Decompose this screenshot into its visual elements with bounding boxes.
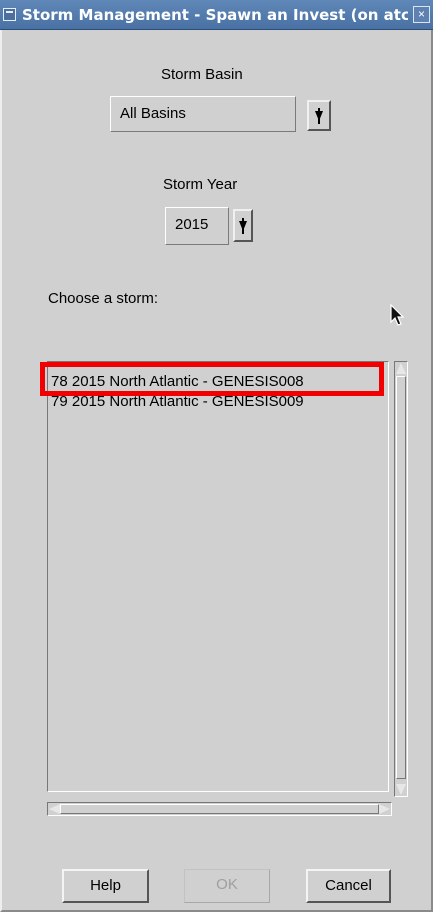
cancel-button[interactable]: Cancel xyxy=(306,869,391,903)
chevron-down-icon xyxy=(315,110,323,121)
window-menu-icon[interactable] xyxy=(3,8,16,21)
ok-button[interactable]: OK xyxy=(184,869,270,903)
scroll-right-icon[interactable] xyxy=(379,804,390,814)
window-titlebar: Storm Management - Spawn an Invest (on a… xyxy=(0,0,433,30)
horizontal-scrollbar[interactable] xyxy=(47,802,392,816)
window-title: Storm Management - Spawn an Invest (on a… xyxy=(22,6,408,24)
vertical-scrollbar[interactable] xyxy=(394,361,408,797)
choose-storm-label: Choose a storm: xyxy=(48,290,159,307)
storm-basin-dropdown-button[interactable] xyxy=(307,100,331,131)
scroll-down-icon[interactable] xyxy=(396,784,406,795)
chevron-down-icon xyxy=(239,220,247,231)
mouse-pointer-icon xyxy=(390,304,404,326)
close-icon: × xyxy=(417,7,425,21)
storm-basin-select[interactable]: All Basins xyxy=(110,96,296,132)
storm-list[interactable]: 78 2015 North Atlantic - GENESIS008 79 2… xyxy=(47,361,389,792)
help-button[interactable]: Help xyxy=(62,869,149,903)
storm-basin-label: Storm Basin xyxy=(161,66,243,83)
storm-management-dialog: Storm Basin All Basins Storm Year 2015 C… xyxy=(0,30,433,912)
scroll-up-icon[interactable] xyxy=(396,363,406,374)
storm-year-dropdown-button[interactable] xyxy=(233,209,253,242)
scroll-left-icon[interactable] xyxy=(49,804,60,814)
storm-year-label: Storm Year xyxy=(163,176,238,193)
storm-year-select[interactable]: 2015 xyxy=(165,207,229,245)
vertical-scroll-thumb[interactable] xyxy=(396,376,406,779)
storm-list-item[interactable]: 78 2015 North Atlantic - GENESIS008 xyxy=(51,372,381,392)
horizontal-scroll-thumb[interactable] xyxy=(60,804,379,814)
close-button[interactable]: × xyxy=(413,6,430,23)
storm-list-item[interactable]: 79 2015 North Atlantic - GENESIS009 xyxy=(51,392,381,412)
